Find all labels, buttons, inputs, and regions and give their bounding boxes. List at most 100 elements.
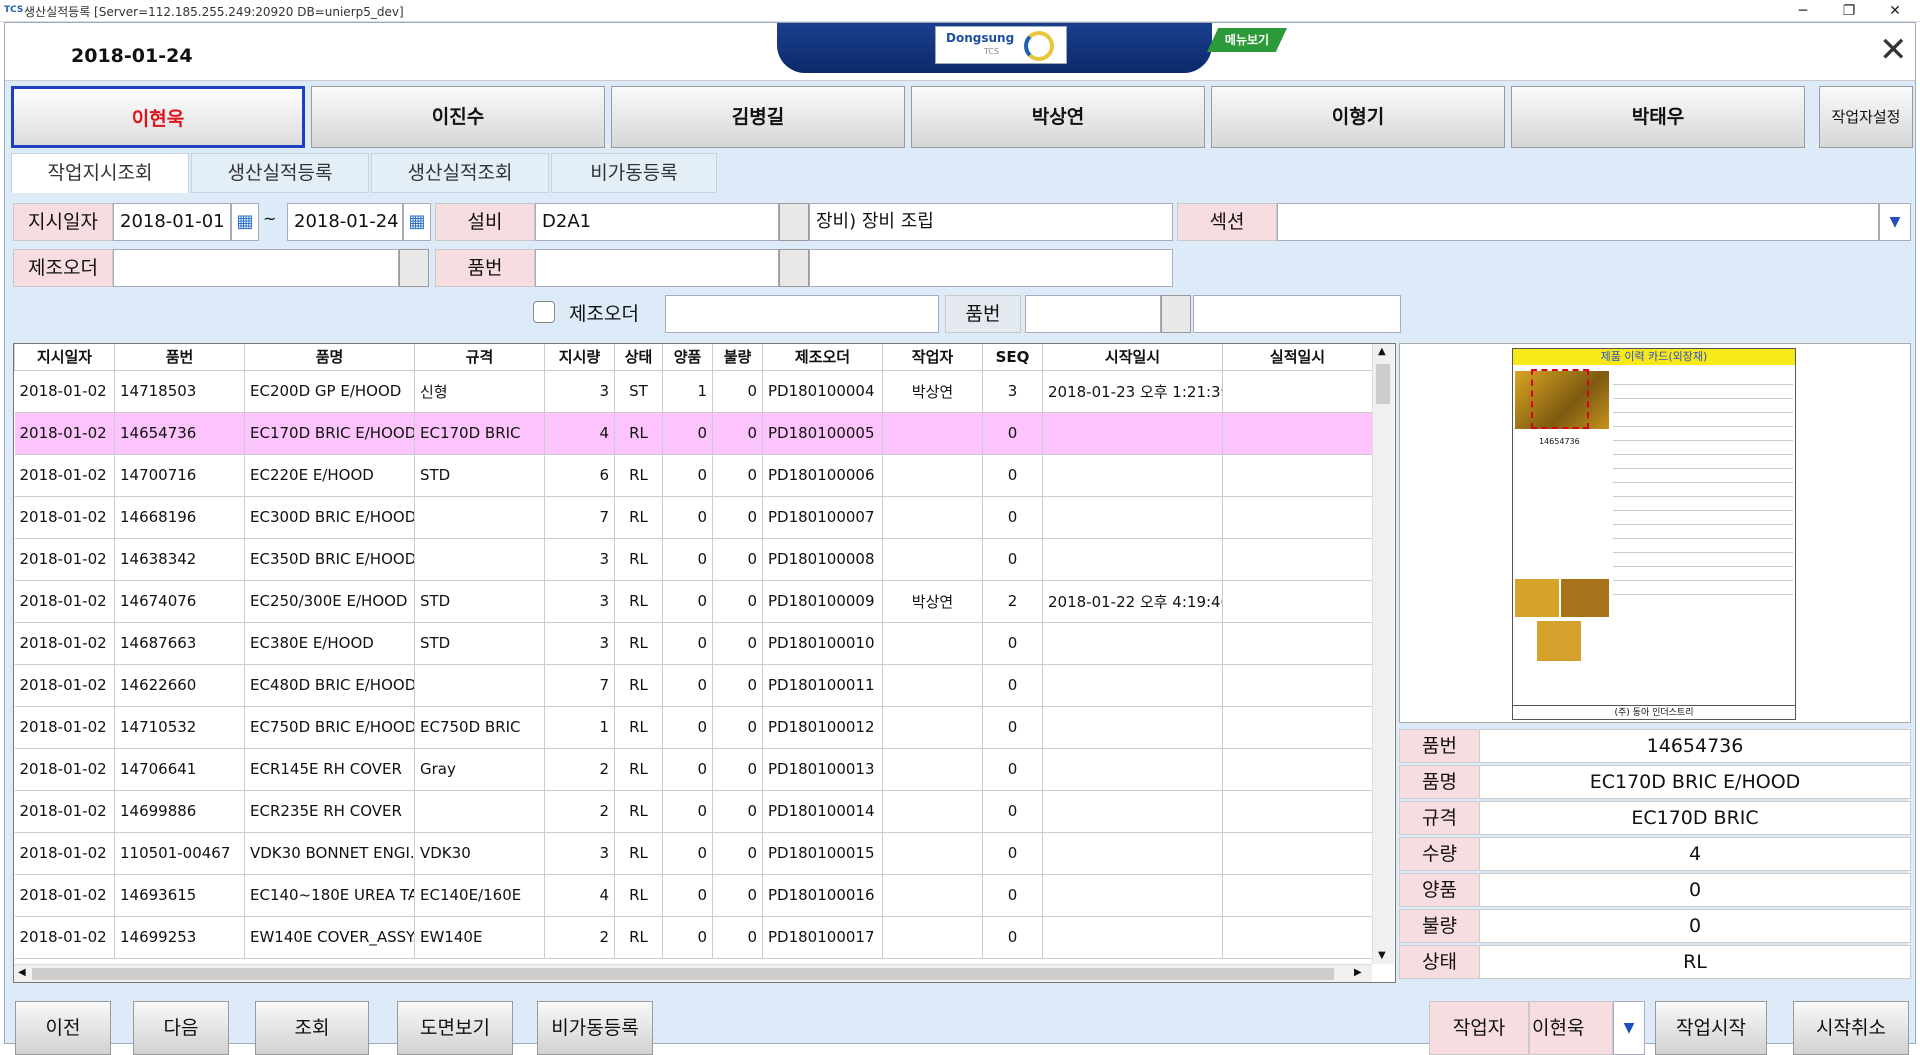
detail-label: 품명 [1400,766,1480,798]
detail-label: 품번 [1400,730,1480,762]
table-cell: RL [614,412,663,455]
grid-column-header[interactable]: 상태 [614,344,663,371]
table-cell: 4 [544,412,615,455]
cancel-start-button[interactable]: 시작취소 [1793,1001,1909,1055]
table-cell: 2018-01-02 [14,580,115,623]
grid-column-header[interactable]: 지시량 [544,344,615,371]
date-from-input[interactable]: 2018-01-01 [113,203,231,241]
table-row[interactable]: 2018-01-02 14668196 EC300D BRIC E/HOOD 7 RL 0… [14,496,1373,539]
worker-button-6[interactable]: 박태우 [1511,86,1805,148]
grid-column-header[interactable]: 품명 [244,344,415,371]
table-row[interactable]: 2018-01-02 14706641 ECR145E RH COVER Gray 2 R… [14,748,1373,791]
menu-view-button[interactable]: 메뉴보기 [1207,28,1287,52]
table-row[interactable]: 2018-01-02 14700716 EC220E E/HOOD STD 6 RL 0 0 P… [14,454,1373,497]
part-picker-button[interactable] [779,249,809,287]
tab-production-inquiry[interactable]: 생산실적조회 [371,153,549,193]
detail-value: 0 [1688,879,1702,901]
close-icon[interactable]: ✕ [1879,33,1908,67]
grid-column-header[interactable]: 불량 [712,344,763,371]
table-cell: 7 [544,664,615,707]
worker-button-4[interactable]: 박상연 [911,86,1205,148]
prev-button[interactable]: 이전 [15,1001,111,1055]
table-row[interactable]: 2018-01-02 14699886 ECR235E RH COVER 2 RL 0 0 P… [14,790,1373,833]
grid-column-header[interactable]: 제조오더 [762,344,883,371]
table-cell: PD180100012 [762,706,883,749]
table-cell: 0 [662,916,713,959]
calendar-from-icon[interactable]: ▦ [231,203,259,241]
manufacturing-order-label: 제조오더 [13,249,113,287]
start-work-button[interactable]: 작업시작 [1655,1001,1767,1055]
table-row[interactable]: 2018-01-02 14638342 EC350D BRIC E/HOOD 3 RL 0… [14,538,1373,581]
part-filter-picker-button[interactable] [1161,295,1191,333]
grid-column-header[interactable]: 작업자 [882,344,983,371]
table-cell [1042,412,1223,455]
table-row[interactable]: 2018-01-02 14718503 EC200D GP E/HOOD 신형 3 ST 1… [14,370,1373,413]
table-cell: RL [614,622,663,665]
date-to-input[interactable]: 2018-01-24 [287,203,403,241]
chevron-down-icon[interactable]: ▼ [1879,203,1911,241]
manufacturing-order-input[interactable] [113,249,399,287]
grid-column-header[interactable]: 규격 [414,344,545,371]
mo-filter-input[interactable] [665,295,939,333]
worker-button-5[interactable]: 이형기 [1211,86,1505,148]
next-button[interactable]: 다음 [133,1001,229,1055]
vertical-scroll-thumb[interactable] [1376,364,1390,404]
equipment-picker-button[interactable] [779,203,809,241]
table-cell: PD180100013 [762,748,883,791]
part-filter-input[interactable] [1025,295,1161,333]
grid-column-header[interactable]: 지시일자 [14,344,115,371]
window-close-icon[interactable]: ✕ [1872,0,1918,22]
table-row[interactable]: 2018-01-02 14654736 EC170D BRIC E/HOOD EC17… [14,412,1373,455]
equipment-name-field: 장비) 장비 조립 [809,203,1173,241]
table-row[interactable]: 2018-01-02 14674076 EC250/300E E/HOOD STD 3 R… [14,580,1373,623]
grid-column-header[interactable]: SEQ [982,344,1043,371]
horizontal-scrollbar[interactable]: ◀ ▶ [14,964,1372,982]
scroll-up-icon[interactable]: ▲ [1378,346,1386,357]
vertical-scrollbar[interactable]: ▲ ▼ [1372,344,1394,964]
scroll-down-icon[interactable]: ▼ [1378,950,1386,961]
calendar-to-icon[interactable]: ▦ [403,203,431,241]
restore-icon[interactable]: ❐ [1826,0,1872,22]
table-row[interactable]: 2018-01-02 14710532 EC750D BRIC E/HOOD EC75… [14,706,1373,749]
detail-row: 품번 14654736 [1399,729,1911,763]
window-title: 생산실적등록 [Server=112.185.255.249:20920 DB=… [24,5,404,19]
table-cell: PD180100017 [762,916,883,959]
section-select[interactable] [1277,203,1879,241]
tab-production-register[interactable]: 생산실적등록 [191,153,369,193]
table-cell: EC140E/160E [414,874,545,917]
worker-value[interactable]: 이현욱 [1529,1001,1613,1055]
tab-downtime-register[interactable]: 비가동등록 [551,153,717,193]
table-row[interactable]: 2018-01-02 14693615 EC140~180E UREA TA... E… [14,874,1373,917]
table-row[interactable]: 2018-01-02 110501-00467 VDK30 BONNET ENGI.… [14,832,1373,875]
worker-button-1[interactable]: 이현욱 [11,86,305,148]
table-row[interactable]: 2018-01-02 14622660 EC480D BRIC E/HOOD 7 RL 0… [14,664,1373,707]
table-cell: RL [614,790,663,833]
scroll-right-icon[interactable]: ▶ [1354,967,1362,978]
table-cell: 2018-01-02 [14,370,115,413]
drawing-view-button[interactable]: 도면보기 [397,1001,513,1055]
table-cell: 14674076 [114,580,245,623]
equipment-input[interactable]: D2A1 [535,203,779,241]
worker-button-3[interactable]: 김병길 [611,86,905,148]
table-row[interactable]: 2018-01-02 14687663 EC380E E/HOOD STD 3 RL 0 0 P… [14,622,1373,665]
minimize-icon[interactable]: ─ [1780,0,1826,22]
grid-column-header[interactable]: 품번 [114,344,245,371]
mo-picker-button[interactable] [399,249,429,287]
grid-column-header[interactable]: 시작일시 [1042,344,1223,371]
worker-button-2[interactable]: 이진수 [311,86,605,148]
tab-work-order-inquiry[interactable]: 작업지시조회 [11,153,189,193]
mo-checkbox[interactable] [533,301,555,323]
grid-column-header[interactable]: 양품 [662,344,713,371]
table-cell: EC170D BRIC [414,412,545,455]
table-cell [882,538,983,581]
part-filter-label: 품번 [945,295,1021,333]
part-number-input[interactable] [535,249,779,287]
search-button[interactable]: 조회 [255,1001,369,1055]
table-row[interactable]: 2018-01-02 14699253 EW140E COVER_ASSY... EW… [14,916,1373,959]
worker-settings-button[interactable]: 작업자설정 [1819,86,1913,148]
grid-column-header[interactable]: 실적일시 [1222,344,1373,371]
worker-dropdown-icon[interactable]: ▼ [1613,1001,1645,1055]
scroll-left-icon[interactable]: ◀ [18,967,26,978]
horizontal-scroll-thumb[interactable] [32,968,1334,980]
downtime-register-button[interactable]: 비가동등록 [537,1001,653,1055]
